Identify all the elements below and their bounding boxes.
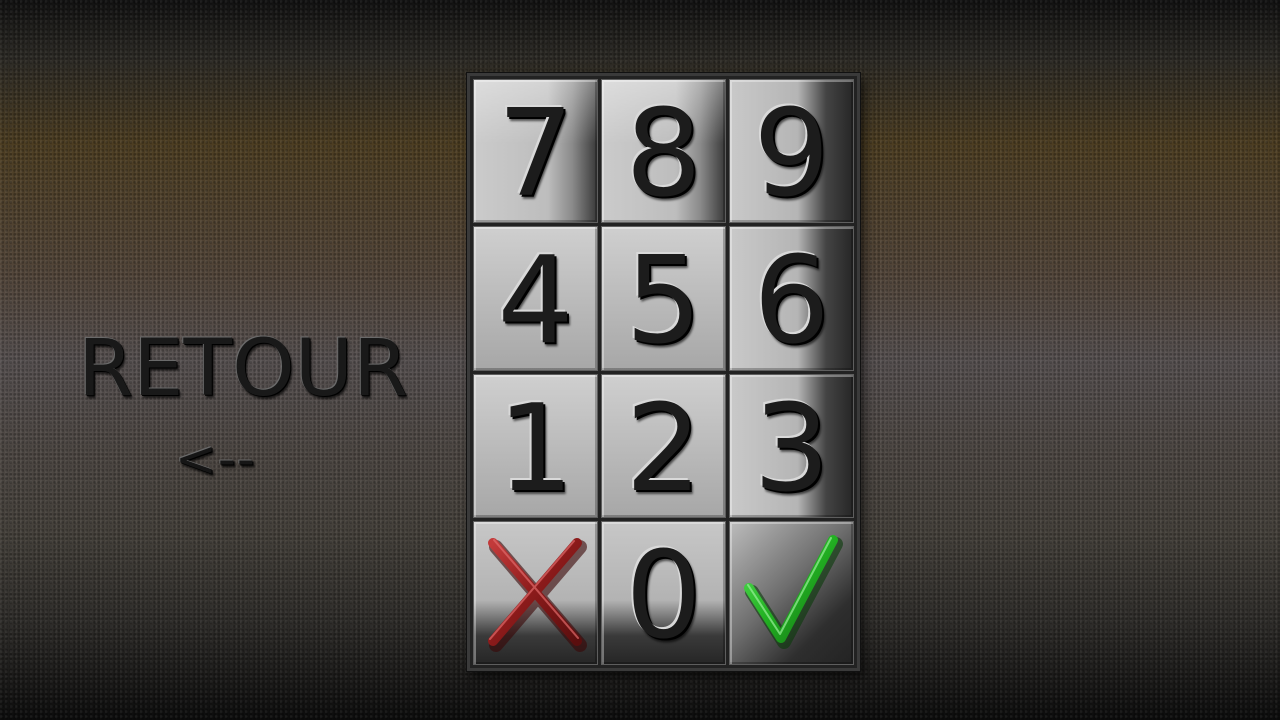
confirm-check-icon: [743, 535, 843, 650]
key-8-label: 8: [625, 85, 702, 224]
key-0-label: 0: [625, 526, 702, 665]
back-button[interactable]: RETOUR <--: [60, 322, 410, 502]
back-arrow-icon: <--: [175, 430, 256, 488]
key-4-label: 4: [497, 232, 574, 371]
cancel-button[interactable]: [473, 520, 598, 665]
key-8[interactable]: 8: [601, 79, 726, 224]
key-0[interactable]: 0: [601, 520, 726, 665]
key-4[interactable]: 4: [473, 226, 598, 371]
key-6[interactable]: 6: [729, 226, 854, 371]
key-9[interactable]: 9: [729, 79, 854, 224]
key-7[interactable]: 7: [473, 79, 598, 224]
key-2[interactable]: 2: [601, 373, 726, 518]
key-5[interactable]: 5: [601, 226, 726, 371]
key-2-label: 2: [625, 379, 702, 518]
key-1-label: 1: [497, 379, 574, 518]
key-5-label: 5: [625, 232, 702, 371]
key-7-label: 7: [497, 85, 574, 224]
confirm-button[interactable]: [729, 520, 854, 665]
key-9-label: 9: [753, 85, 830, 224]
key-1[interactable]: 1: [473, 373, 598, 518]
key-3-label: 3: [753, 379, 830, 518]
keypad: 7 8 9 4 5 6 1 2 3 0: [467, 73, 860, 671]
back-label: RETOUR: [78, 324, 409, 414]
key-6-label: 6: [753, 232, 830, 371]
key-3[interactable]: 3: [729, 373, 854, 518]
cancel-x-icon: [487, 537, 587, 652]
